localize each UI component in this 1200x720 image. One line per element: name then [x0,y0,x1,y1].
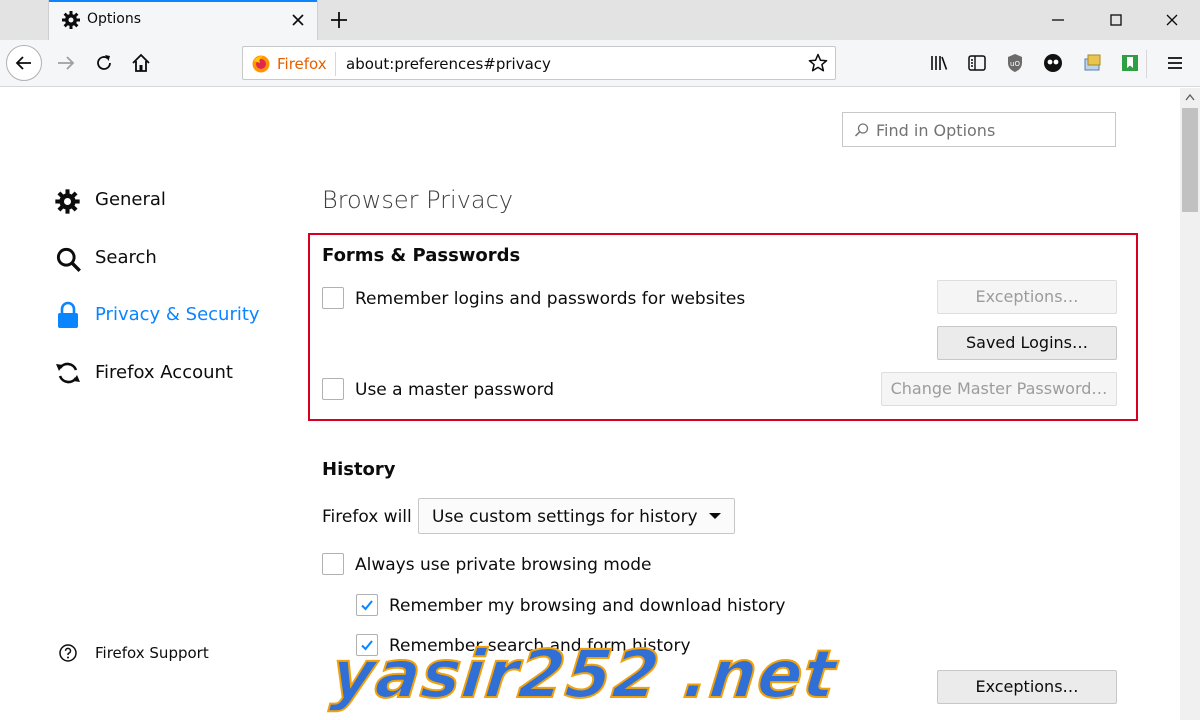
sidebar-item-label: General [95,189,166,210]
tab-bar: Options [0,0,1200,40]
remember-browsing-label: Remember my browsing and download histor… [389,596,786,616]
url-separator [335,52,336,76]
saved-logins-button[interactable]: Saved Logins… [937,326,1117,360]
search-placeholder: Find in Options [876,121,996,140]
library-icon[interactable] [927,51,951,75]
scroll-up-icon[interactable] [1185,93,1195,101]
screenshot-extension-icon[interactable] [1080,51,1104,75]
remember-browsing-checkbox[interactable] [356,594,378,616]
tab-options[interactable]: Options [48,0,318,40]
forms-passwords-heading: Forms & Passwords [322,245,521,266]
firefox-logo-icon [252,55,270,73]
page-title: Browser Privacy [322,186,514,214]
remember-logins-label: Remember logins and passwords for websit… [355,289,746,309]
find-in-options-input[interactable]: Find in Options [842,112,1116,147]
gear-icon [62,11,80,29]
vertical-scrollbar[interactable] [1180,88,1200,720]
gear-icon [55,189,80,214]
chevron-down-icon [709,513,721,519]
private-browsing-checkbox[interactable] [322,553,344,575]
private-browsing-label: Always use private browsing mode [355,555,652,575]
history-exceptions-button[interactable]: Exceptions… [937,670,1117,704]
sync-icon [56,362,80,384]
maximize-icon[interactable] [1104,8,1128,32]
lock-icon [58,301,78,328]
new-tab-icon[interactable] [326,7,352,33]
remember-logins-checkbox[interactable] [322,287,344,309]
tab-active-indicator [49,0,317,2]
bookmark-star-icon[interactable] [807,52,829,74]
ublock-shield-icon[interactable]: uO [1003,51,1027,75]
close-icon[interactable] [287,9,309,31]
search-icon [56,247,81,272]
forward-arrow-icon[interactable] [54,51,78,75]
url-bar[interactable]: Firefox about:preferences#privacy [242,46,836,80]
help-icon [59,644,77,662]
identity-label: Firefox [277,55,327,73]
hamburger-menu-icon[interactable] [1163,51,1187,75]
checkmark-icon [361,600,373,611]
navigation-toolbar: Firefox about:preferences#privacy uO [0,40,1200,87]
home-icon[interactable] [129,51,153,75]
back-arrow-icon [15,56,31,70]
reload-icon[interactable] [92,51,116,75]
master-password-label: Use a master password [355,380,555,400]
bookmark-extension-icon[interactable] [1118,51,1142,75]
minimize-icon[interactable] [1046,8,1070,32]
sidebar-toggle-icon[interactable] [965,51,989,75]
sidebar-item-label: Search [95,247,157,268]
svg-text:uO: uO [1010,60,1020,68]
scrollbar-thumb[interactable] [1182,108,1198,212]
url-text[interactable]: about:preferences#privacy [346,55,551,73]
sidebar-item-label: Privacy & Security [95,304,260,325]
firefox-will-label: Firefox will [322,507,412,527]
extension-dark-icon[interactable] [1041,51,1065,75]
sidebar-item-label: Firefox Account [95,362,233,383]
support-label: Firefox Support [95,644,209,662]
change-master-password-button[interactable]: Change Master Password… [881,372,1117,406]
preferences-content: Find in Options General Search Privacy & [0,88,1180,720]
search-icon [854,123,869,137]
back-button[interactable] [6,45,42,81]
toolbar-separator [1146,50,1147,78]
master-password-checkbox[interactable] [322,378,344,400]
logins-exceptions-button[interactable]: Exceptions… [937,280,1117,314]
tab-title: Options [87,11,142,27]
window-close-icon[interactable] [1160,8,1184,32]
watermark-text: yasir252 .net [327,635,841,714]
history-mode-select[interactable]: Use custom settings for history [418,498,735,534]
history-heading: History [322,459,396,480]
history-mode-value: Use custom settings for history [432,507,698,527]
